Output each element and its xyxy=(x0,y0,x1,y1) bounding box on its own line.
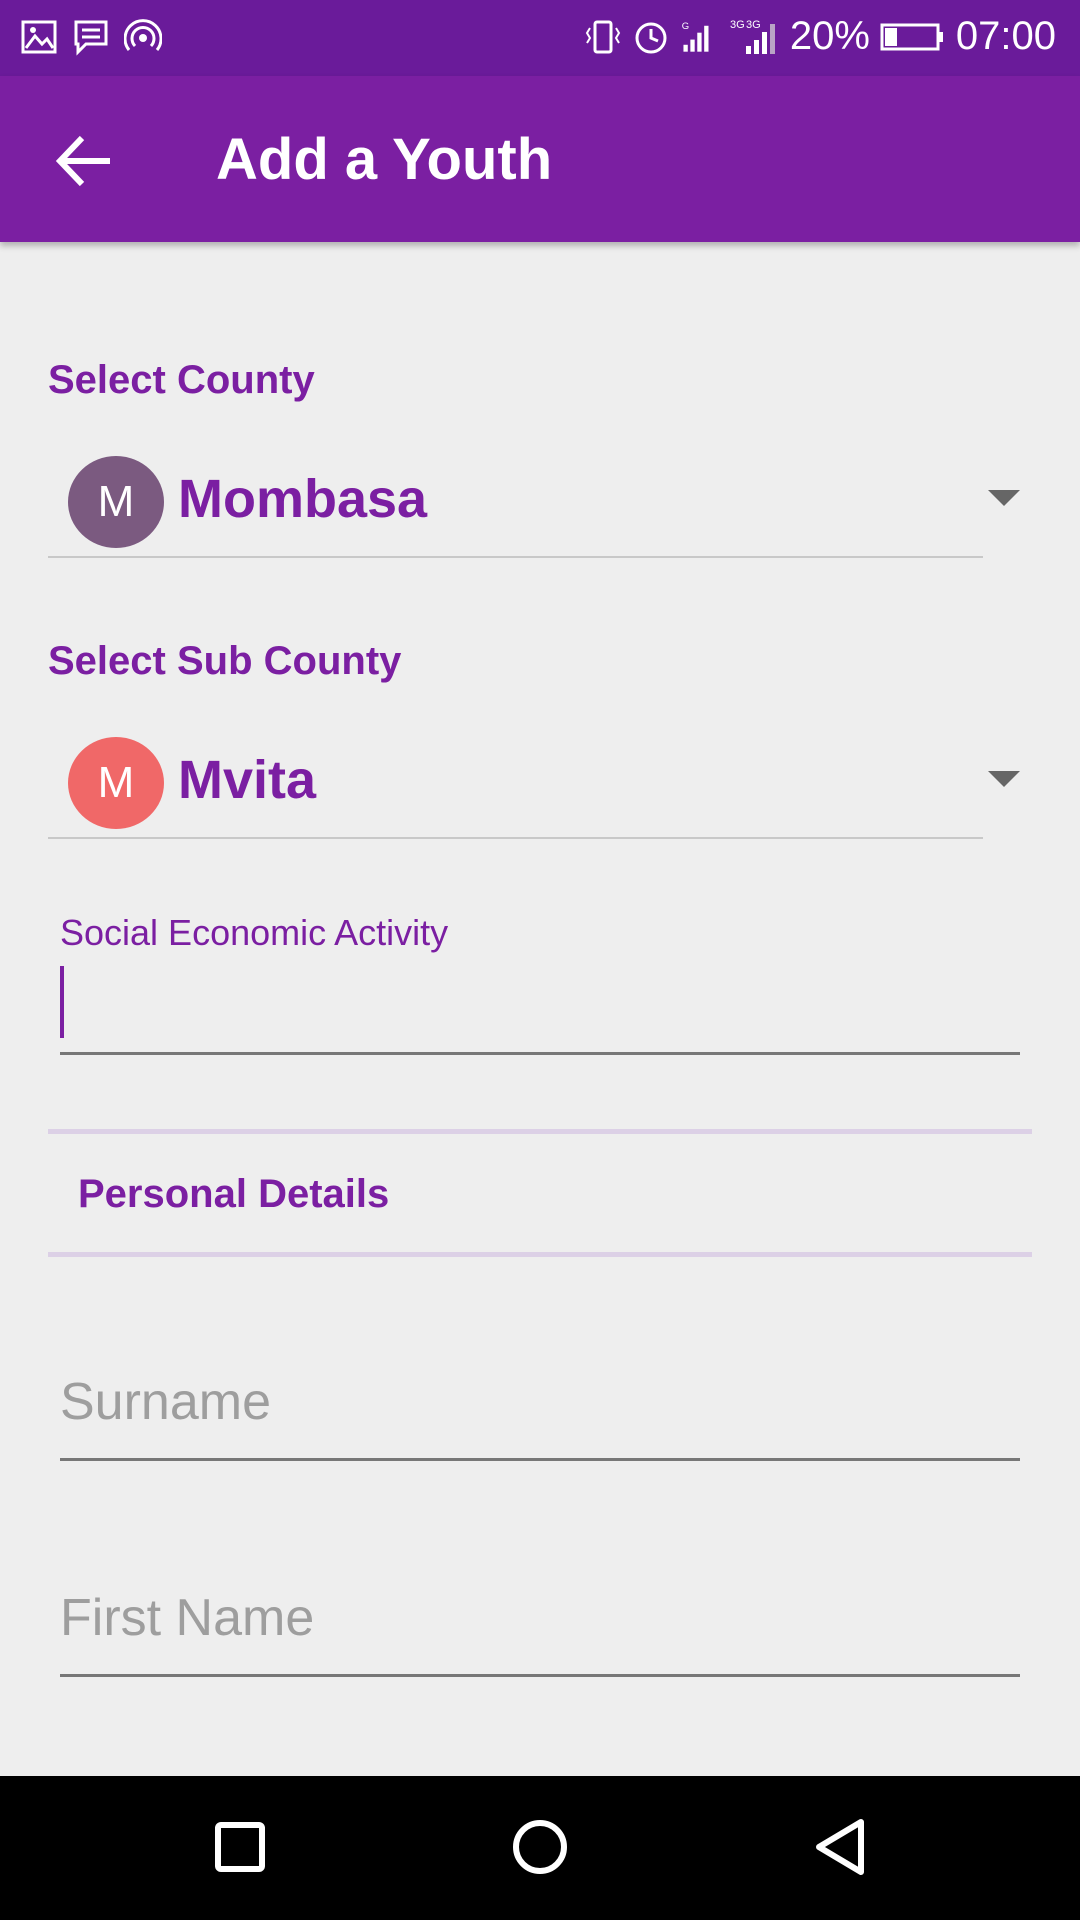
sub-county-spinner[interactable]: M Mvita xyxy=(48,727,1020,839)
dropdown-caret-icon xyxy=(988,490,1020,506)
home-circle-icon xyxy=(513,1820,567,1874)
back-button[interactable] xyxy=(50,126,120,196)
vibrate-icon xyxy=(585,20,620,53)
clock: 07:00 xyxy=(955,14,1056,58)
app-bar: Add a Youth xyxy=(0,76,1080,242)
surname-placeholder: Surname xyxy=(60,1373,271,1431)
back-triangle-icon xyxy=(816,1819,864,1875)
image-icon xyxy=(21,20,57,54)
back-nav-button[interactable] xyxy=(805,1812,875,1882)
signal-icon: G xyxy=(682,21,709,52)
arrow-left-icon xyxy=(55,135,110,187)
recents-button[interactable] xyxy=(205,1812,275,1882)
network-label-3g: 3G xyxy=(746,19,761,31)
battery-percent: 20% xyxy=(789,14,870,58)
message-icon xyxy=(74,20,108,56)
first-name-placeholder: First Name xyxy=(60,1589,315,1647)
navigation-bar xyxy=(0,1776,1080,1920)
county-avatar: M xyxy=(68,456,164,548)
sub-county-value: Mvita xyxy=(178,750,317,810)
status-icons-right: G 3G 3G 20% 07:00 xyxy=(584,14,1056,59)
county-spinner[interactable]: M Mombasa xyxy=(48,446,1020,558)
alarm-icon xyxy=(635,22,667,53)
status-icons-left xyxy=(20,18,162,56)
home-button[interactable] xyxy=(505,1812,575,1882)
social-economic-label: Social Economic Activity xyxy=(60,912,449,953)
hotspot-icon xyxy=(124,19,162,51)
sub-county-label: Select Sub County xyxy=(48,639,402,683)
social-economic-input[interactable] xyxy=(60,958,1020,1055)
divider xyxy=(48,1129,1032,1134)
network-label-3g: 3G xyxy=(730,19,745,31)
personal-details-heading: Personal Details xyxy=(78,1172,390,1216)
surname-input[interactable]: Surname xyxy=(60,1360,1020,1461)
network-label-g: G xyxy=(682,21,689,32)
text-cursor xyxy=(60,966,64,1038)
sub-county-avatar: M xyxy=(68,737,164,829)
divider xyxy=(48,1252,1032,1257)
county-value: Mombasa xyxy=(178,469,428,529)
first-name-input[interactable]: First Name xyxy=(60,1578,1020,1677)
dropdown-caret-icon xyxy=(988,771,1020,787)
status-bar: G 3G 3G 20% 07:00 xyxy=(0,0,1080,76)
signal-icon: 3G 3G xyxy=(730,19,775,54)
county-label: Select County xyxy=(48,358,315,402)
recents-square-icon xyxy=(215,1822,265,1872)
battery-icon xyxy=(880,23,943,50)
page-title: Add a Youth xyxy=(216,127,553,192)
